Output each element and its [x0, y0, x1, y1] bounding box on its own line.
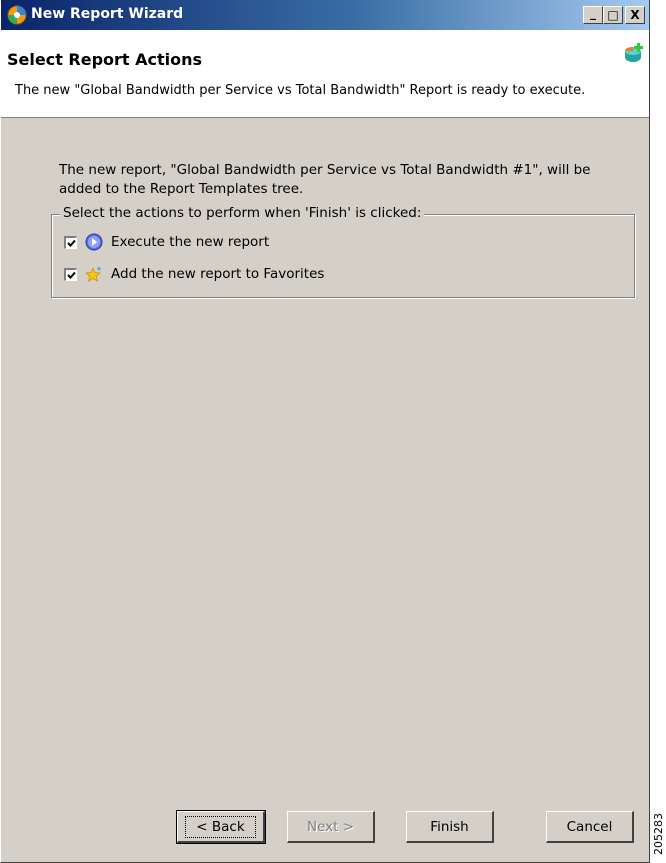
finish-button-label: Finish — [430, 818, 469, 835]
action-execute-row[interactable]: Execute the new report — [64, 231, 269, 253]
close-icon: X — [630, 8, 640, 22]
cancel-button[interactable]: Cancel — [546, 811, 634, 843]
checkmark-icon — [67, 271, 76, 279]
checkmark-icon — [67, 239, 76, 247]
title-bar[interactable]: New Report Wizard _ □ X — [1, 0, 649, 30]
back-button[interactable]: < Back — [176, 810, 266, 844]
back-button-label: < Back — [185, 815, 256, 838]
execute-checkbox[interactable] — [64, 235, 77, 249]
actions-group-label: Select the actions to perform when 'Fini… — [60, 205, 425, 221]
report-add-icon — [625, 43, 643, 62]
finish-button[interactable]: Finish — [406, 811, 494, 843]
page-description: The new "Global Bandwidth per Service vs… — [15, 83, 586, 98]
next-button-label: Next > — [306, 818, 355, 835]
app-logo-icon — [7, 5, 27, 25]
close-button[interactable]: X — [625, 6, 645, 24]
actions-group: Select the actions to perform when 'Fini… — [51, 205, 635, 298]
figure-id: 205283 — [652, 793, 666, 863]
minimize-button[interactable]: _ — [583, 6, 603, 24]
minimize-icon: _ — [590, 6, 596, 20]
execute-icon — [85, 233, 103, 251]
cancel-button-label: Cancel — [566, 818, 613, 835]
figure-id-text: 205283 — [652, 813, 665, 855]
next-button[interactable]: Next > — [287, 811, 375, 843]
favorites-star-icon — [85, 266, 102, 282]
page-title: Select Report Actions — [7, 50, 203, 69]
favorites-label: Add the new report to Favorites — [111, 266, 325, 282]
action-favorites-row[interactable]: Add the new report to Favorites — [64, 263, 324, 285]
favorites-checkbox[interactable] — [64, 267, 77, 281]
wizard-window: New Report Wizard _ □ X Select Report Ac… — [0, 0, 650, 863]
intro-text: The new report, "Global Bandwidth per Se… — [59, 162, 591, 197]
wizard-header: Select Report Actions The new "Global Ba… — [1, 30, 649, 118]
window-title: New Report Wizard — [31, 6, 184, 22]
maximize-button[interactable]: □ — [603, 6, 623, 24]
execute-label: Execute the new report — [111, 234, 270, 250]
maximize-icon: □ — [607, 8, 619, 22]
